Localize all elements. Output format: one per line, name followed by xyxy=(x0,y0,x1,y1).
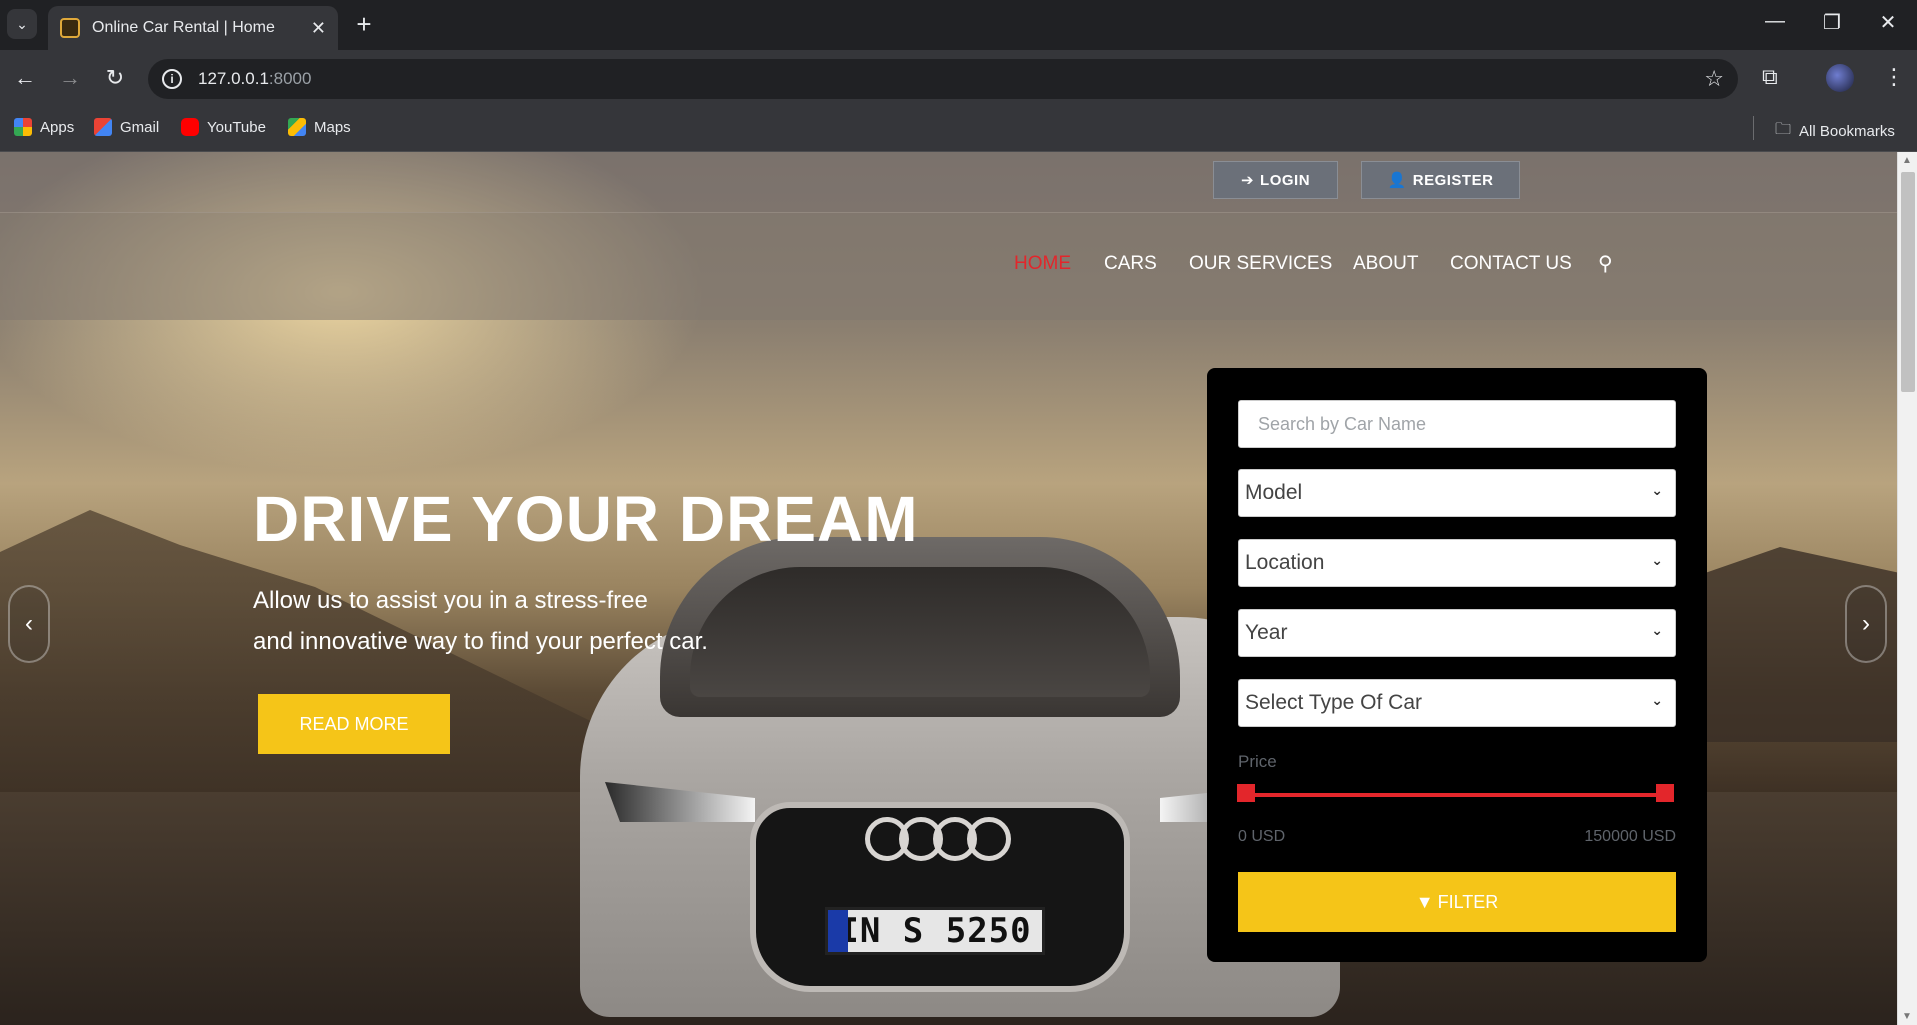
bookmark-gmail[interactable]: Gmail xyxy=(94,118,159,136)
all-bookmarks-label: All Bookmarks xyxy=(1799,123,1895,140)
car-type-select-value: Select Type Of Car xyxy=(1245,691,1423,714)
register-button[interactable]: 👤 REGISTER xyxy=(1361,161,1520,199)
main-navbar: HOME CARS OUR SERVICES ABOUT CONTACT US … xyxy=(0,213,1897,320)
nav-contact-us[interactable]: CONTACT US xyxy=(1450,253,1572,275)
price-slider-min-handle[interactable] xyxy=(1237,784,1255,802)
filter-button-label: FILTER xyxy=(1437,891,1499,912)
register-label: REGISTER xyxy=(1412,171,1494,189)
car-logo-rings xyxy=(865,817,1011,861)
hero-subtitle-line: and innovative way to find your perfect … xyxy=(253,628,708,655)
scroll-up-arrow-icon[interactable]: ▲ xyxy=(1902,155,1912,166)
hero-title: DRIVE YOUR DREAM xyxy=(253,483,919,555)
bookmarks-bar: Apps Gmail YouTube Maps 🗀 All Bookmarks xyxy=(0,106,1917,152)
location-select[interactable]: Location ⌄ xyxy=(1238,539,1676,587)
bookmark-label: Gmail xyxy=(120,118,160,136)
forward-button[interactable]: → xyxy=(54,62,86,94)
bookmark-star-icon[interactable]: ☆ xyxy=(1704,66,1724,92)
search-icon[interactable]: ⚲ xyxy=(1598,251,1613,276)
year-select-value: Year xyxy=(1245,621,1288,644)
url-port: :8000 xyxy=(268,69,312,88)
browser-menu-icon[interactable]: ⋮ xyxy=(1883,64,1905,90)
site-info-icon[interactable]: i xyxy=(162,69,182,89)
browser-tab-strip: ⌄ Online Car Rental | Home ✕ + — ❐ ✕ xyxy=(0,0,1917,50)
bookmarks-separator xyxy=(1753,116,1754,140)
maps-icon xyxy=(288,118,306,136)
back-button[interactable]: ← xyxy=(9,62,41,94)
login-button[interactable]: ➔ LOGIN xyxy=(1213,161,1338,199)
new-tab-button[interactable]: + xyxy=(350,10,378,38)
chevron-down-icon: ⌄ xyxy=(1651,482,1663,498)
funnel-icon: ▼ xyxy=(1415,891,1434,912)
bookmark-label: Maps xyxy=(314,118,351,136)
chevron-right-icon: › xyxy=(1862,610,1870,637)
chevron-down-icon: ⌄ xyxy=(1651,552,1663,568)
model-select-value: Model xyxy=(1245,481,1303,504)
price-slider-max-handle[interactable] xyxy=(1656,784,1674,802)
extensions-icon[interactable]: ⧉ xyxy=(1762,64,1778,90)
top-auth-bar: ➔ LOGIN 👤 REGISTER xyxy=(0,152,1897,213)
browser-toolbar: ← → ↻ i 127.0.0.1:8000 ☆ ⧉ ⋮ xyxy=(0,50,1917,106)
page-scrollbar[interactable]: ▲ ▼ xyxy=(1897,152,1917,1025)
profile-avatar[interactable] xyxy=(1826,64,1854,92)
price-max-value: 150000 USD xyxy=(1584,828,1676,845)
car-filter-panel: Search by Car Name Model ⌄ Location ⌄ Ye… xyxy=(1207,368,1707,962)
chevron-down-icon: ⌄ xyxy=(1651,692,1663,708)
restore-button[interactable]: ❐ xyxy=(1812,10,1852,35)
close-tab-icon[interactable]: ✕ xyxy=(311,18,326,39)
carousel-prev-button[interactable]: ‹ xyxy=(8,585,50,663)
year-select[interactable]: Year ⌄ xyxy=(1238,609,1676,657)
model-select[interactable]: Model ⌄ xyxy=(1238,469,1676,517)
carousel-next-button[interactable]: › xyxy=(1845,585,1887,663)
car-type-select[interactable]: Select Type Of Car ⌄ xyxy=(1238,679,1676,727)
reload-button[interactable]: ↻ xyxy=(99,62,131,94)
close-window-button[interactable]: ✕ xyxy=(1868,10,1908,35)
login-icon: ➔ xyxy=(1240,172,1255,189)
bookmark-maps[interactable]: Maps xyxy=(288,118,351,136)
scroll-down-arrow-icon[interactable]: ▼ xyxy=(1902,1011,1912,1022)
nav-cars[interactable]: CARS xyxy=(1104,253,1157,275)
bookmark-youtube[interactable]: YouTube xyxy=(181,118,266,136)
all-bookmarks-button[interactable]: 🗀 All Bookmarks xyxy=(1775,118,1895,145)
apps-grid-icon xyxy=(14,118,32,136)
tab-title: Online Car Rental | Home xyxy=(92,19,275,36)
scrollbar-thumb[interactable] xyxy=(1901,172,1915,392)
bookmark-apps[interactable]: Apps xyxy=(14,118,74,136)
youtube-icon xyxy=(181,118,199,136)
hero-subtitle-line: Allow us to assist you in a stress-free xyxy=(253,587,648,614)
address-bar[interactable]: i 127.0.0.1:8000 ☆ xyxy=(148,59,1738,99)
page-viewport: IN S 5250 ➔ LOGIN 👤 REGISTER HOME CARS O… xyxy=(0,152,1897,1025)
url-host: 127.0.0.1 xyxy=(198,69,269,88)
nav-our-services[interactable]: OUR SERVICES xyxy=(1189,253,1332,275)
bookmark-label: YouTube xyxy=(207,118,266,136)
tab-search-menu-button[interactable]: ⌄ xyxy=(7,9,37,39)
site-favicon-icon xyxy=(60,18,80,38)
location-select-value: Location xyxy=(1245,551,1325,574)
read-more-button[interactable]: READ MORE xyxy=(258,694,450,754)
bookmark-label: Apps xyxy=(40,118,75,136)
user-plus-icon: 👤 xyxy=(1387,172,1407,189)
login-label: LOGIN xyxy=(1260,171,1311,189)
price-min-value: 0 USD xyxy=(1238,828,1286,845)
chevron-left-icon: ‹ xyxy=(25,610,33,637)
browser-tab[interactable]: Online Car Rental | Home ✕ xyxy=(48,6,338,50)
chevron-down-icon: ⌄ xyxy=(1651,622,1663,638)
price-label: Price xyxy=(1238,752,1277,771)
folder-icon: 🗀 xyxy=(1775,121,1792,138)
car-license-plate: IN S 5250 xyxy=(825,907,1045,955)
price-slider-track[interactable] xyxy=(1245,793,1665,797)
nav-home[interactable]: HOME xyxy=(1014,253,1071,275)
nav-about[interactable]: ABOUT xyxy=(1353,253,1418,275)
filter-button[interactable]: ▼ FILTER xyxy=(1238,872,1676,932)
hero-subtitle: Allow us to assist you in a stress-free … xyxy=(253,580,813,662)
minimize-button[interactable]: — xyxy=(1755,10,1795,33)
gmail-icon xyxy=(94,118,112,136)
car-name-search-input[interactable]: Search by Car Name xyxy=(1238,400,1676,448)
